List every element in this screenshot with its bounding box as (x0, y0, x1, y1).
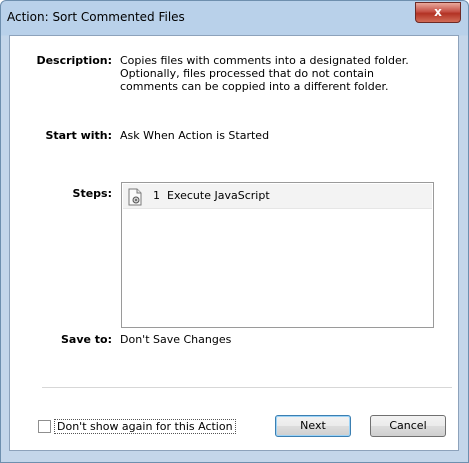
dialog-body: Description: Copies files with comments … (9, 35, 459, 451)
footer-divider (42, 387, 452, 388)
save-to-value: Don't Save Changes (120, 333, 232, 346)
dont-show-again-checkbox[interactable] (38, 420, 51, 433)
close-icon: x (434, 5, 442, 19)
start-with-label: Start with: (45, 129, 112, 142)
close-button[interactable]: x (415, 2, 461, 23)
steps-list[interactable]: 1 Execute JavaScript (121, 182, 434, 328)
description-label: Description: (36, 54, 112, 67)
javascript-script-icon (128, 188, 142, 206)
next-button[interactable]: Next (275, 415, 351, 437)
title-bar[interactable]: Action: Sort Commented Files x (1, 1, 468, 35)
step-label: Execute JavaScript (167, 189, 270, 202)
action-dialog: Action: Sort Commented Files x Descripti… (0, 0, 469, 463)
save-to-label: Save to: (60, 333, 112, 346)
cancel-button[interactable]: Cancel (370, 415, 446, 437)
step-number: 1 (153, 189, 160, 202)
step-item[interactable]: 1 Execute JavaScript (123, 184, 432, 209)
start-with-value: Ask When Action is Started (120, 129, 270, 142)
window-title: Action: Sort Commented Files (7, 10, 185, 24)
dont-show-again-label[interactable]: Don't show again for this Action (54, 419, 236, 434)
steps-label: Steps: (72, 187, 112, 200)
description-value: Copies files with comments into a design… (120, 54, 409, 93)
